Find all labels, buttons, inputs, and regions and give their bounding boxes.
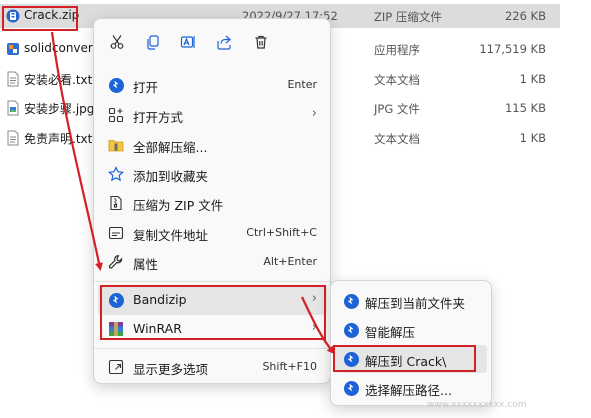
menu-item-label: 复制文件地址 [133, 228, 209, 243]
file-name: 免责声明.txt [24, 132, 93, 146]
more-options-icon [108, 359, 124, 375]
file-size: 115 KB [504, 101, 546, 115]
bandizip-submenu: 解压到当前文件夹 智能解压 解压到 Crack\ 选择解压路径... [330, 280, 492, 406]
wrench-icon [108, 254, 124, 270]
menu-item-shortcut: Ctrl+Shift+C [246, 226, 317, 239]
menu-item-open-with[interactable]: 打开方式 › [98, 100, 327, 130]
menu-item-label: 全部解压缩... [133, 140, 208, 155]
copy-path-icon [108, 225, 124, 241]
menu-item-label: 打开方式 [133, 110, 184, 125]
copy-icon[interactable] [143, 32, 163, 52]
txt-icon [6, 130, 20, 146]
file-type: ZIP 压缩文件 [374, 10, 442, 24]
file-type: 应用程序 [374, 43, 420, 57]
file-type: 文本文档 [374, 73, 420, 87]
menu-item-label: 打开 [133, 80, 159, 95]
context-toolbar [94, 19, 330, 63]
extract-all-icon [108, 137, 124, 153]
file-size: 1 KB [519, 131, 546, 145]
submenu-item-label: 解压到当前文件夹 [365, 296, 466, 311]
menu-item-label: 属性 [133, 257, 159, 272]
chevron-right-icon: › [311, 106, 317, 121]
file-type: JPG 文件 [374, 102, 420, 116]
jpg-icon [6, 100, 20, 116]
exe-icon [6, 41, 20, 57]
menu-item-label: 添加到收藏夹 [133, 169, 209, 184]
menu-item-label: 显示更多选项 [133, 362, 209, 377]
selected-file-highlight-box [2, 6, 78, 31]
compress-zip-icon [108, 195, 124, 211]
extract-target-highlight-box [333, 345, 476, 372]
archiver-group-highlight-box [100, 285, 326, 340]
menu-item-copy-path[interactable]: 复制文件地址 Ctrl+Shift+C [98, 218, 327, 248]
menu-item-extract-all[interactable]: 全部解压缩... [98, 130, 327, 160]
open-icon [108, 77, 124, 93]
menu-separator [94, 281, 330, 282]
bandizip-icon [343, 293, 359, 309]
bandizip-icon [343, 322, 359, 338]
open-with-icon [108, 107, 124, 123]
submenu-item-label: 智能解压 [365, 325, 416, 340]
submenu-item-label: 选择解压路径... [365, 383, 452, 398]
share-icon[interactable] [214, 32, 234, 52]
file-size: 117,519 KB [479, 42, 546, 56]
menu-item-shortcut: Enter [287, 78, 317, 91]
file-name: 安装步骤.jpg [24, 102, 95, 116]
watermark: www.xxxxxxxxxx.com [427, 400, 527, 410]
file-type: 文本文档 [374, 132, 420, 146]
file-name: 安装必看.txt [24, 73, 93, 87]
file-size: 226 KB [504, 9, 546, 23]
menu-item-more-options[interactable]: 显示更多选项 Shift+F10 [98, 352, 327, 382]
submenu-item-extract-here[interactable]: 解压到当前文件夹 [335, 287, 487, 315]
rename-icon[interactable] [178, 32, 198, 52]
menu-separator [94, 348, 330, 349]
cut-icon[interactable] [107, 32, 127, 52]
menu-item-label: 压缩为 ZIP 文件 [133, 198, 224, 213]
menu-item-shortcut: Shift+F10 [262, 360, 317, 373]
menu-item-open[interactable]: 打开 Enter [98, 70, 327, 100]
submenu-item-smart-extract[interactable]: 智能解压 [335, 316, 487, 344]
txt-icon [6, 71, 20, 87]
menu-item-shortcut: Alt+Enter [263, 255, 317, 268]
file-size: 1 KB [519, 72, 546, 86]
menu-item-properties[interactable]: 属性 Alt+Enter [98, 247, 327, 277]
menu-item-add-favorites[interactable]: 添加到收藏夹 [98, 159, 327, 189]
bandizip-icon [343, 380, 359, 396]
delete-icon[interactable] [251, 32, 271, 52]
star-icon [108, 166, 124, 182]
menu-item-compress-zip[interactable]: 压缩为 ZIP 文件 [98, 188, 327, 218]
submenu-item-choose-path[interactable]: 选择解压路径... [335, 374, 487, 402]
